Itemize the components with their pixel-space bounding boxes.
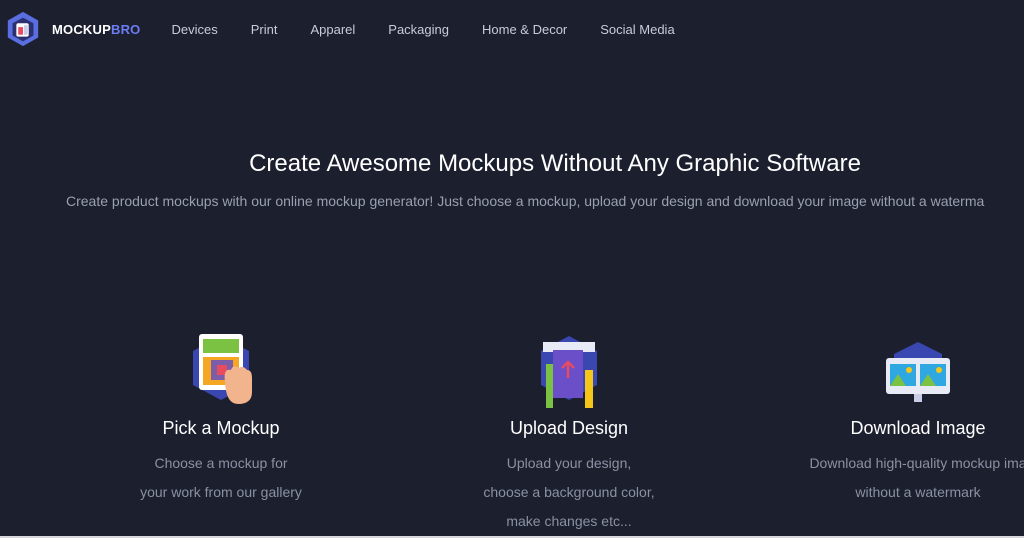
download-image-icon (886, 342, 950, 402)
top-navbar: MOCKUPBRO Devices Print Apparel Packagin… (0, 0, 1024, 58)
step-download-image: Download Image Download high-quality moc… (788, 330, 1024, 507)
brand-home-link[interactable]: MOCKUPBRO (4, 10, 140, 48)
step-pick-mockup: Pick a Mockup Choose a mockup for your w… (91, 330, 351, 507)
step-desc-line: your work from our gallery (140, 484, 302, 500)
nav-item-packaging[interactable]: Packaging (388, 22, 449, 37)
step-desc-line: Upload your design, (506, 455, 632, 471)
hero-title: Create Awesome Mockups Without Any Graph… (249, 150, 861, 177)
hero-subtitle: Create product mockups with our online m… (66, 193, 985, 209)
step-desc-line: make changes etc... (506, 513, 632, 529)
step-title-upload-design: Upload Design (509, 418, 629, 438)
page: MOCKUPBRO Devices Print Apparel Packagin… (0, 0, 1024, 538)
nav-item-apparel[interactable]: Apparel (310, 22, 355, 37)
nav-item-devices[interactable]: Devices (171, 22, 217, 37)
step-upload-design: Upload Design Upload your design, choose… (439, 330, 699, 536)
main-nav: Devices Print Apparel Packaging Home & D… (171, 22, 707, 37)
step-title-pick-mockup: Pick a Mockup (162, 418, 280, 438)
step-desc-upload-design: Upload your design, choose a background … (439, 449, 699, 536)
nav-item-social-media[interactable]: Social Media (600, 22, 674, 37)
step-desc-download-image: Download high-quality mockup ima without… (788, 449, 1024, 507)
step-desc-pick-mockup: Choose a mockup for your work from our g… (91, 449, 351, 507)
step-title-download-image: Download Image (850, 418, 986, 438)
nav-item-home-decor[interactable]: Home & Decor (482, 22, 567, 37)
step-desc-line: without a watermark (855, 484, 981, 500)
upload-design-icon (541, 336, 597, 408)
step-desc-line: choose a background color, (483, 484, 655, 500)
nav-item-print[interactable]: Print (251, 22, 278, 37)
brand-name-part1: MOCKUP (52, 21, 111, 37)
brand-name-part2: BRO (110, 21, 141, 37)
mockupbro-logo-icon (7, 11, 39, 47)
brand-name: MOCKUPBRO (52, 22, 140, 37)
pick-mockup-icon (193, 334, 252, 404)
step-desc-line: Download high-quality mockup ima (809, 455, 1024, 471)
step-desc-line: Choose a mockup for (154, 455, 288, 471)
